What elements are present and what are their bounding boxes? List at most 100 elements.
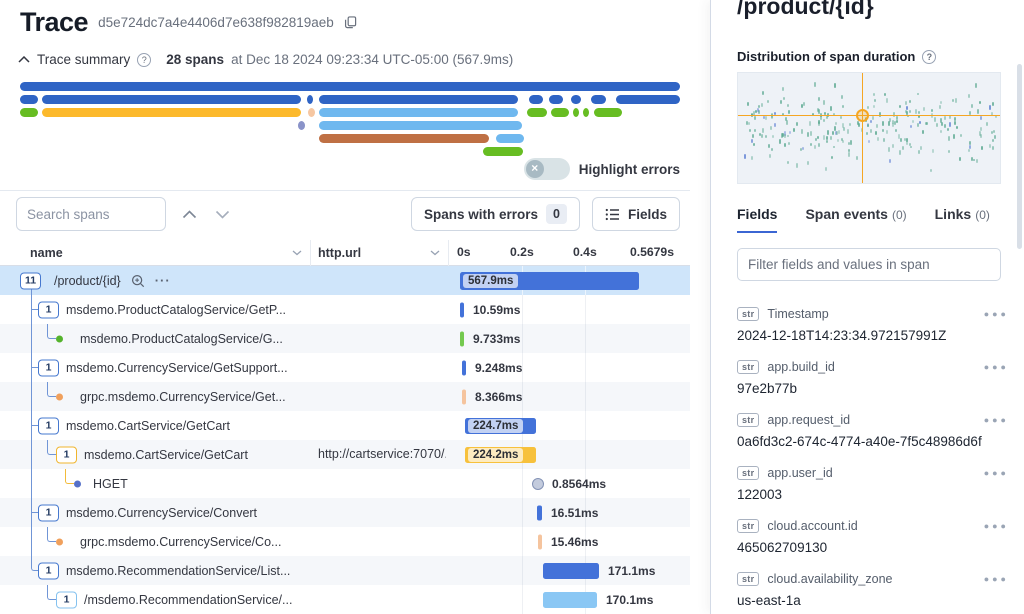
span-name[interactable]: msdemo.CurrencyService/Convert <box>66 506 257 520</box>
field-value[interactable]: 465062709130 <box>737 540 1009 555</box>
field-actions-icon[interactable]: ●●● <box>984 415 1009 425</box>
field-name[interactable]: cloud.availability_zone <box>767 572 892 586</box>
field-actions-icon[interactable]: ●●● <box>984 468 1009 478</box>
scatter-point <box>980 116 982 120</box>
span-row[interactable]: 11/product/{id} ··· 567.9ms <box>0 266 690 295</box>
duration-bar[interactable] <box>462 389 466 404</box>
tab-span-events[interactable]: Span events(0) <box>805 206 906 233</box>
fields-button[interactable]: Fields <box>592 197 680 231</box>
filter-fields-input[interactable] <box>737 248 1001 281</box>
field-actions-icon[interactable]: ●●● <box>984 574 1009 584</box>
span-row[interactable]: 1msdemo.CurrencyService/GetSupport...9.2… <box>0 353 690 382</box>
span-row[interactable]: 1msdemo.ProductCatalogService/GetP...10.… <box>0 295 690 324</box>
duration-distribution-chart[interactable] <box>737 72 1001 184</box>
spans-with-errors-button[interactable]: Spans with errors 0 <box>411 197 580 231</box>
duration-bar[interactable]: 224.7ms <box>465 418 536 434</box>
trace-summary-label[interactable]: Trace summary <box>37 52 130 67</box>
scatter-point <box>784 134 786 138</box>
span-row[interactable]: msdemo.ProductCatalogService/G...9.733ms <box>0 324 690 353</box>
span-row[interactable]: 1 msdemo.CartService/GetCart http://cartse… <box>0 440 690 469</box>
span-count-badge[interactable]: 1 <box>38 301 59 318</box>
scatter-point <box>896 120 898 123</box>
field-value[interactable]: us-east-1a <box>737 593 1009 608</box>
span-count-badge[interactable]: 1 <box>38 504 59 521</box>
field-value[interactable]: 0a6fd3c2-674c-4774-a40e-7f5c48986d6f <box>737 434 1009 449</box>
field-value[interactable]: 2024-12-18T14:23:34.972157991Z <box>737 328 1009 343</box>
minimap-row-6[interactable] <box>16 147 680 156</box>
minimap-row-3[interactable] <box>16 108 680 117</box>
minimap-row-1[interactable] <box>16 82 680 91</box>
span-row[interactable]: HGET0.8564ms <box>0 469 690 498</box>
span-count-badge[interactable]: 11 <box>20 272 41 289</box>
span-count-badge[interactable]: 1 <box>56 591 77 608</box>
span-row[interactable]: grpc.msdemo.CurrencyService/Co...15.46ms <box>0 527 690 556</box>
field-name[interactable]: Timestamp <box>767 307 828 321</box>
help-icon[interactable]: ? <box>137 53 151 67</box>
duration-bar[interactable] <box>462 360 466 375</box>
field-name[interactable]: cloud.account.id <box>767 519 857 533</box>
span-name[interactable]: msdemo.ProductCatalogService/GetP... <box>66 303 286 317</box>
span-name[interactable]: msdemo.CartService/GetCart <box>84 448 248 462</box>
duration-bar[interactable] <box>537 505 542 520</box>
field-value[interactable]: 122003 <box>737 487 1009 502</box>
span-name[interactable]: /msdemo.RecommendationService/... <box>84 593 292 607</box>
span-row[interactable]: 1/msdemo.RecommendationService/...170.1m… <box>0 585 690 614</box>
span-name[interactable]: grpc.msdemo.CurrencyService/Co... <box>80 535 281 549</box>
next-match-button[interactable] <box>215 210 230 219</box>
scatter-point <box>848 152 850 157</box>
duration-bar[interactable] <box>538 534 542 549</box>
field-actions-icon[interactable]: ●●● <box>984 521 1009 531</box>
minimap-row-2[interactable] <box>16 95 680 104</box>
span-row[interactable]: 1 msdemo.CartService/GetCart 224.7ms <box>0 411 690 440</box>
row-actions-icon[interactable]: ··· <box>155 273 171 288</box>
span-name[interactable]: HGET <box>93 477 128 491</box>
field-name[interactable]: app.request_id <box>767 413 850 427</box>
scatter-point <box>827 130 829 134</box>
span-row[interactable]: grpc.msdemo.CurrencyService/Get...8.366m… <box>0 382 690 411</box>
previous-match-button[interactable] <box>182 210 197 219</box>
span-name[interactable]: msdemo.CurrencyService/GetSupport... <box>66 361 288 375</box>
span-row[interactable]: 1msdemo.CurrencyService/Convert16.51ms <box>0 498 690 527</box>
field-value[interactable]: 97e2b77b <box>737 381 1009 396</box>
span-name[interactable]: msdemo.RecommendationService/List... <box>66 564 290 578</box>
span-row[interactable]: 1msdemo.RecommendationService/List...171… <box>0 556 690 585</box>
span-count-badge[interactable]: 1 <box>38 359 59 376</box>
panel-scrollbar[interactable] <box>1017 64 1022 249</box>
span-name[interactable]: /product/{id} <box>54 274 121 288</box>
panel-tabs: Fields Span events(0) Links(0) <box>737 206 990 233</box>
field-actions-icon[interactable]: ●●● <box>984 309 1009 319</box>
column-header-url[interactable]: http.url <box>318 240 440 266</box>
tab-links[interactable]: Links(0) <box>935 206 990 233</box>
trace-minimap[interactable] <box>16 82 680 158</box>
field-name[interactable]: app.build_id <box>767 360 834 374</box>
span-name[interactable]: msdemo.CartService/GetCart <box>66 419 230 433</box>
tab-fields[interactable]: Fields <box>737 206 777 233</box>
duration-bar[interactable] <box>460 331 464 346</box>
collapse-summary-icon[interactable] <box>18 56 30 63</box>
zoom-in-icon[interactable] <box>131 274 145 288</box>
column-header-name[interactable]: name <box>30 240 302 266</box>
span-duration-marker[interactable] <box>532 478 544 490</box>
minimap-row-4[interactable] <box>16 121 680 130</box>
span-url-cell <box>318 324 446 353</box>
search-spans-input[interactable] <box>16 197 166 231</box>
duration-bar[interactable] <box>460 302 464 317</box>
duration-bar[interactable] <box>543 592 597 608</box>
minimap-row-5[interactable] <box>16 134 680 143</box>
help-icon[interactable]: ? <box>922 50 936 64</box>
duration-bar[interactable]: 567.9ms <box>460 272 639 290</box>
scatter-point <box>783 97 785 100</box>
span-count-badge[interactable]: 1 <box>56 446 77 463</box>
span-count-badge[interactable]: 1 <box>38 417 59 434</box>
duration-bar[interactable] <box>543 563 599 579</box>
span-name-cell: 1 msdemo.CurrencyService/GetSupport... <box>0 353 310 382</box>
span-count-badge[interactable]: 1 <box>38 562 59 579</box>
copy-icon[interactable] <box>344 16 357 29</box>
highlight-errors-toggle[interactable]: × <box>524 158 570 180</box>
duration-bar[interactable]: 224.2ms <box>465 447 536 463</box>
field-name[interactable]: app.user_id <box>767 466 832 480</box>
span-url-cell[interactable]: http://cartservice:7070/... <box>318 440 446 469</box>
field-actions-icon[interactable]: ●●● <box>984 362 1009 372</box>
span-name[interactable]: msdemo.ProductCatalogService/G... <box>80 332 283 346</box>
span-name[interactable]: grpc.msdemo.CurrencyService/Get... <box>80 390 286 404</box>
